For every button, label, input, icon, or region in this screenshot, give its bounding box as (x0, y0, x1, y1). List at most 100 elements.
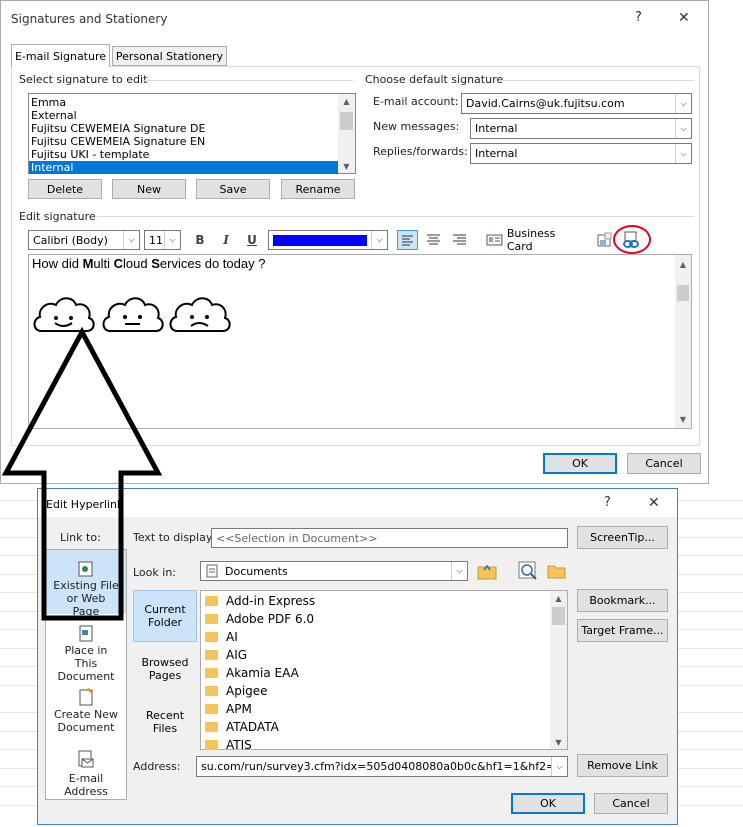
tab-browsed-pages-label: Browsed Pages (141, 656, 189, 682)
signature-list-item[interactable]: Emma (29, 96, 339, 109)
scroll-thumb[interactable] (677, 285, 689, 301)
scroll-up-icon[interactable]: ▲ (675, 257, 691, 271)
file-list-item[interactable]: Adobe PDF 6.0 (201, 610, 551, 628)
chevron-down-icon[interactable]: ⌵ (164, 231, 180, 249)
file-list-item[interactable]: AI (201, 628, 551, 646)
folder-icon (205, 703, 218, 714)
file-list-item[interactable]: Apigee (201, 682, 551, 700)
font-color-select[interactable]: ⌵ (268, 230, 388, 250)
dialog-title: Signatures and Stationery (11, 12, 168, 26)
signature-list-item[interactable]: Fujitsu CEWEMEIA Signature EN (29, 135, 339, 148)
chevron-down-icon[interactable]: ⌵ (675, 94, 691, 113)
tab-email-signature[interactable]: E-mail Signature (11, 44, 110, 67)
nav-email-address[interactable]: E-mail Address (46, 746, 126, 801)
text-to-display-input[interactable]: <<Selection in Document>> (211, 528, 568, 548)
signature-text-run: ervices do today ? (159, 256, 266, 271)
signature-text-run: loud (123, 256, 152, 271)
replies-forwards-value: Internal (475, 147, 518, 160)
tab-browsed-pages[interactable]: Browsed Pages (133, 643, 197, 695)
replies-forwards-select[interactable]: Internal ⌵ (470, 143, 692, 164)
nav-create-new-document-label: Create New Document (53, 708, 119, 734)
business-card-button[interactable]: Business Card (486, 227, 584, 253)
signature-list-item[interactable]: External (29, 109, 339, 122)
new-button[interactable]: New (112, 179, 186, 199)
file-list-item[interactable]: ATIS (201, 736, 551, 754)
remove-link-button[interactable]: Remove Link (577, 754, 668, 777)
chevron-down-icon[interactable]: ⌵ (675, 144, 691, 163)
help-button[interactable]: ? (604, 495, 611, 510)
file-list-item[interactable]: AIG (201, 646, 551, 664)
up-folder-button[interactable] (476, 560, 498, 582)
file-list-scrollbar[interactable]: ▲ ▼ (550, 591, 567, 749)
signature-text-run: S (151, 256, 160, 271)
font-size-select[interactable]: 11 ⌵ (144, 230, 181, 250)
help-button[interactable]: ? (635, 10, 642, 25)
cancel-button[interactable]: Cancel (594, 793, 668, 814)
chevron-down-icon[interactable]: ⌵ (371, 231, 387, 249)
file-list-item[interactable]: APM (201, 700, 551, 718)
file-list-item[interactable]: ATADATA (201, 718, 551, 736)
browse-web-button[interactable] (517, 560, 539, 582)
bookmark-button[interactable]: Bookmark... (577, 589, 668, 612)
file-list-item[interactable]: Add-in Express (201, 592, 551, 610)
align-right-button[interactable] (450, 231, 469, 249)
close-button[interactable]: ✕ (678, 10, 690, 26)
tab-personal-stationery[interactable]: Personal Stationery (112, 46, 227, 66)
document-place-icon (79, 625, 93, 642)
email-account-select[interactable]: David.Cairns@uk.fujitsu.com ⌵ (461, 93, 692, 114)
screentip-button[interactable]: ScreenTip... (577, 526, 668, 549)
file-list-item[interactable]: Akamia EAA (201, 664, 551, 682)
chevron-down-icon[interactable]: ⌵ (675, 119, 691, 138)
align-center-button[interactable] (424, 231, 443, 249)
ok-button[interactable]: OK (511, 793, 585, 814)
scroll-up-icon[interactable]: ▲ (338, 94, 355, 108)
email-account-label: E-mail account: (373, 95, 459, 108)
font-select[interactable]: Calibri (Body) ⌵ (28, 230, 140, 250)
font-size-value: 11 (149, 233, 163, 247)
cancel-button[interactable]: Cancel (627, 453, 701, 474)
scroll-down-icon[interactable]: ▼ (675, 412, 691, 426)
align-left-button[interactable] (397, 230, 418, 250)
close-button[interactable]: ✕ (648, 495, 660, 511)
scroll-down-icon[interactable]: ▼ (338, 159, 355, 173)
scroll-thumb[interactable] (552, 607, 565, 625)
look-in-value: Documents (225, 564, 288, 578)
signature-list-scrollbar[interactable]: ▲ ▼ (338, 94, 355, 173)
chevron-down-icon[interactable]: ⌵ (451, 562, 467, 580)
email-account-value: David.Cairns@uk.fujitsu.com (466, 97, 625, 110)
picture-icon (597, 232, 612, 247)
signature-list-item[interactable]: Fujitsu CEWEMEIA Signature DE (29, 122, 339, 135)
signature-list[interactable]: Emma External Fujitsu CEWEMEIA Signature D… (28, 93, 356, 174)
underline-button[interactable]: U (243, 232, 261, 248)
file-list[interactable]: Add-in Express Adobe PDF 6.0 AI AIG Akamia E… (200, 590, 568, 752)
chevron-down-icon[interactable]: ⌵ (551, 757, 567, 776)
new-messages-select[interactable]: Internal ⌵ (470, 118, 692, 139)
nav-place-in-document[interactable]: Place in This Document (46, 620, 126, 683)
highlight-circle (613, 225, 651, 254)
browse-file-button[interactable] (546, 560, 568, 582)
insert-picture-button[interactable] (596, 231, 614, 249)
folder-icon (205, 685, 218, 696)
address-input[interactable]: su.com/run/survey3.cfm?idx=505d0408080a0… (196, 756, 568, 777)
ok-button[interactable]: OK (543, 453, 617, 474)
editor-scrollbar[interactable]: ▲ ▼ (675, 255, 691, 428)
signature-text-run: M (82, 256, 94, 271)
tab-recent-files[interactable]: Recent Files (133, 696, 197, 748)
address-label: Address: (133, 760, 181, 773)
rename-button[interactable]: Rename (281, 179, 355, 199)
chevron-down-icon[interactable]: ⌵ (123, 231, 139, 249)
file-name: Akamia EAA (226, 666, 299, 680)
signature-list-item[interactable]: Internal (29, 161, 339, 174)
nav-create-new-document[interactable]: Create New Document (46, 683, 126, 743)
scroll-down-icon[interactable]: ▼ (550, 735, 567, 749)
signature-list-item[interactable]: Fujitsu UKI - template (29, 148, 339, 161)
save-button[interactable]: Save (196, 179, 270, 199)
target-frame-button[interactable]: Target Frame... (577, 619, 668, 642)
delete-button[interactable]: Delete (28, 179, 102, 199)
bold-button[interactable]: B (191, 232, 209, 248)
italic-button[interactable]: I (217, 232, 235, 248)
align-center-icon (427, 234, 440, 245)
look-in-select[interactable]: Documents ⌵ (200, 561, 468, 581)
scroll-thumb[interactable] (340, 112, 353, 130)
scroll-up-icon[interactable]: ▲ (550, 591, 567, 605)
